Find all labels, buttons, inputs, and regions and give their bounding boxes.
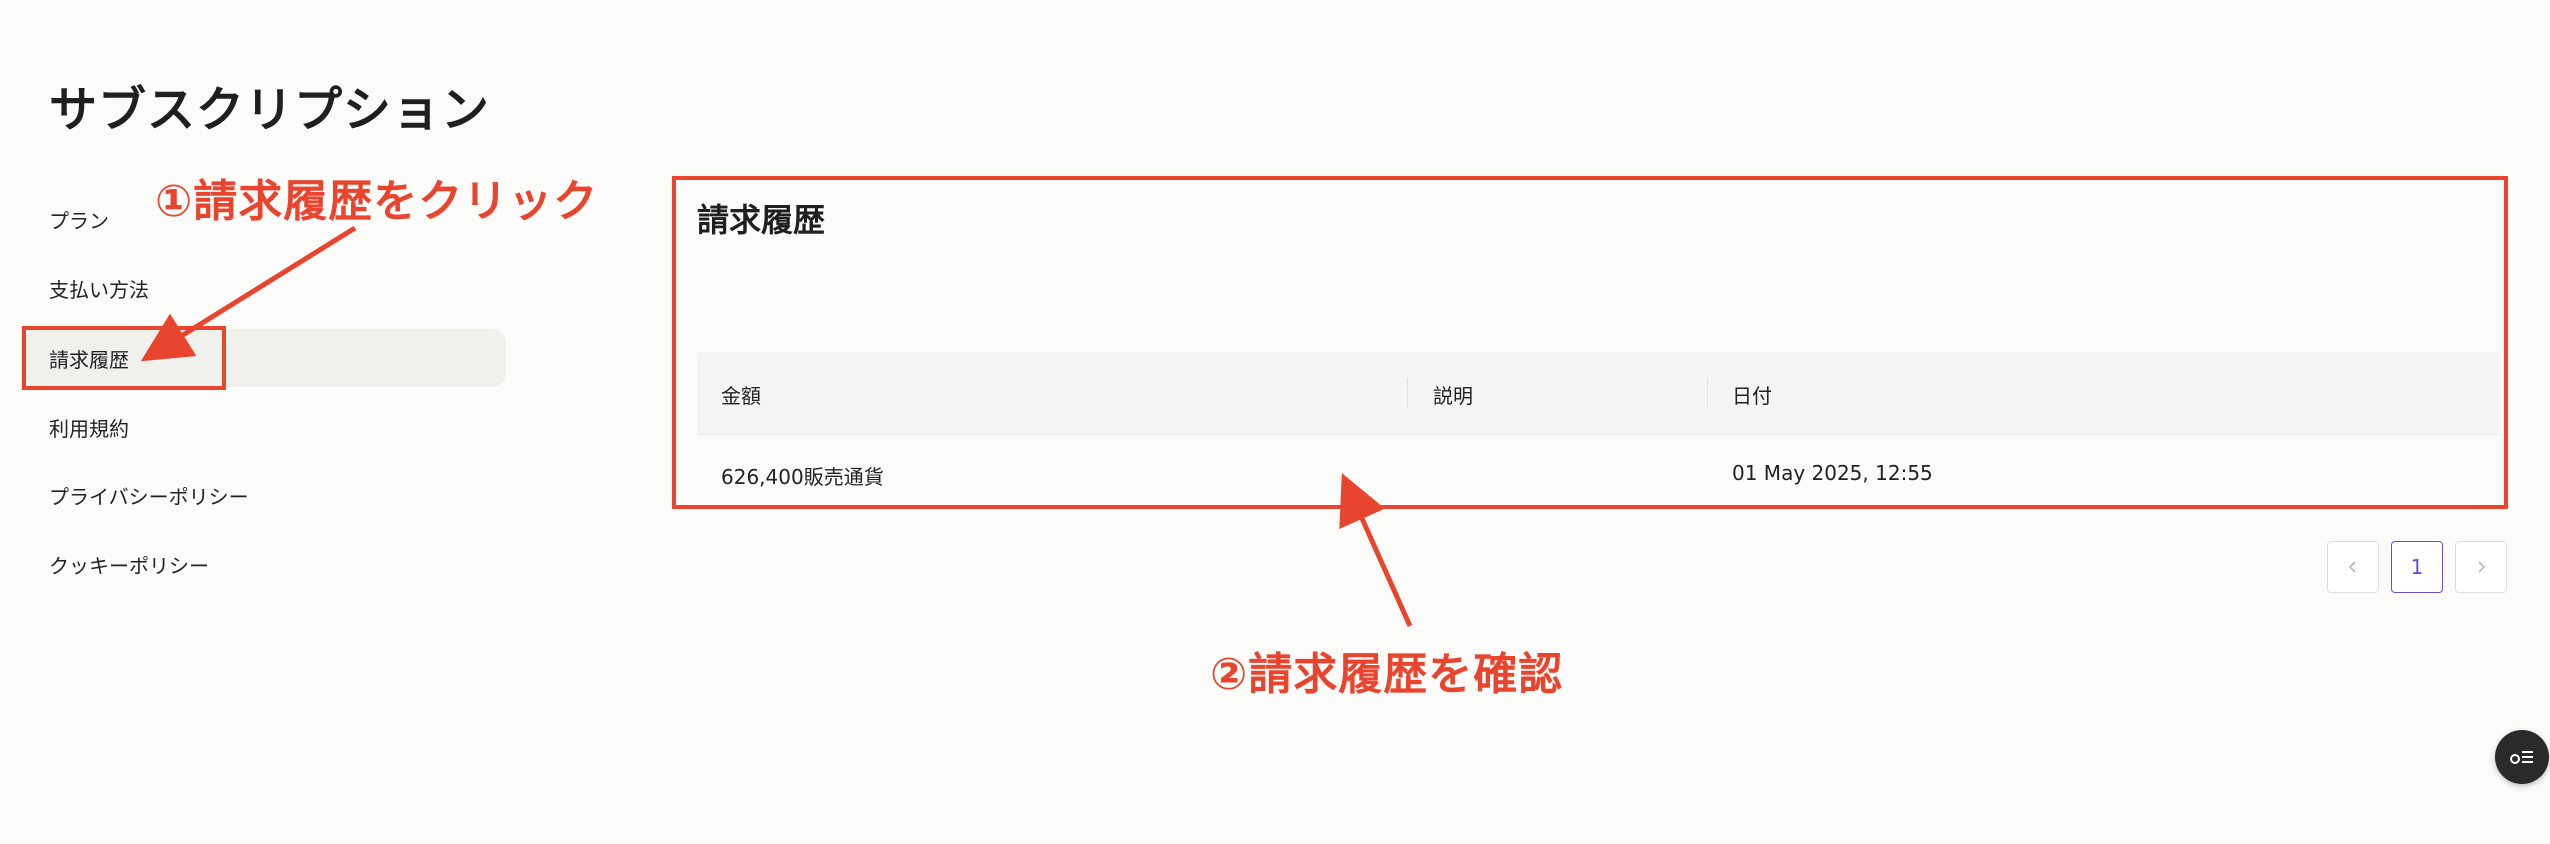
annotation-box-panel — [672, 176, 2508, 509]
chevron-right-icon — [2478, 561, 2486, 573]
prev-page-button[interactable] — [2327, 541, 2379, 593]
annotation-arrow-step2 — [1339, 473, 1413, 628]
annotation-step1-label: ①請求履歴をクリック — [155, 176, 599, 227]
chevron-left-icon — [2348, 561, 2356, 573]
page-1-button[interactable]: 1 — [2391, 541, 2443, 593]
pagination: 1 — [2327, 541, 2507, 593]
annotation-box-sidebar — [22, 326, 226, 390]
annotation-step2-label: ②請求履歴を確認 — [1210, 649, 1564, 700]
sidebar-item-privacy-policy[interactable]: プライバシーポリシー — [49, 481, 249, 510]
sidebar-item-payment-method[interactable]: 支払い方法 — [49, 274, 149, 303]
page-title: サブスクリプション — [49, 82, 491, 138]
sidebar-item-terms[interactable]: 利用規約 — [49, 413, 129, 442]
sidebar-item-cookie-policy[interactable]: クッキーポリシー — [49, 550, 209, 579]
floating-menu-button[interactable] — [2495, 730, 2549, 784]
sidebar-item-plan[interactable]: プラン — [49, 205, 109, 234]
next-page-button[interactable] — [2455, 541, 2507, 593]
settings-list-icon — [2510, 751, 2533, 764]
